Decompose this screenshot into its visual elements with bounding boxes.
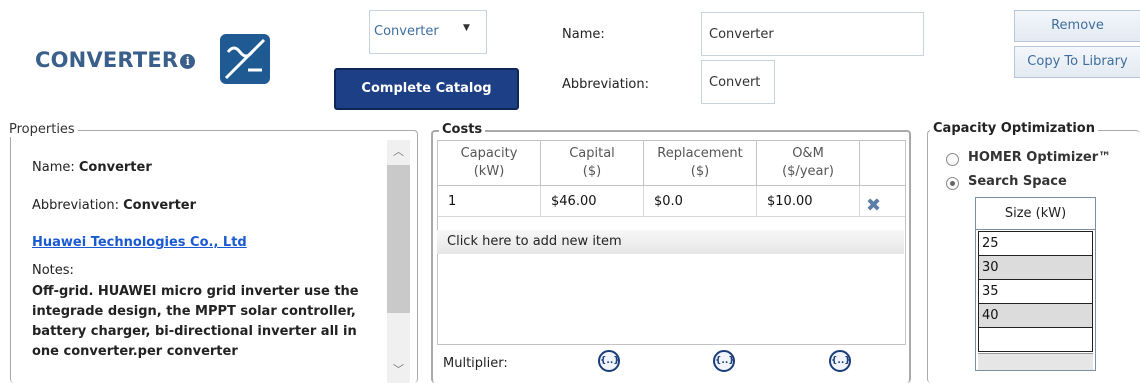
copy-to-library-button[interactable]: Copy To Library	[1014, 46, 1140, 78]
multiplier-om-icon[interactable]: {..}	[829, 350, 851, 372]
costs-legend: Costs	[439, 122, 486, 137]
size-cell[interactable]: 40	[978, 303, 1093, 328]
cell-om[interactable]: $10.00	[757, 186, 860, 217]
size-table-footer	[978, 353, 1093, 370]
chevron-down-icon: ▼	[463, 23, 470, 33]
cell-capital[interactable]: $46.00	[541, 186, 644, 217]
size-cell-empty[interactable]	[978, 327, 1093, 352]
abbreviation-label: Abbreviation:	[562, 77, 650, 92]
properties-legend: Properties	[6, 122, 78, 137]
search-space-table: Size (kW) 25 30 35 40	[975, 197, 1096, 371]
homer-optimizer-label[interactable]: HOMER Optimizer™	[968, 150, 1111, 165]
capacity-optimization-legend: Capacity Optimization	[930, 121, 1098, 136]
column-header-replacement[interactable]: Replacement ($)	[644, 141, 757, 186]
multiplier-capital-icon[interactable]: {..}	[598, 350, 620, 372]
cell-capacity[interactable]: 1	[438, 186, 541, 217]
size-column-header[interactable]: Size (kW)	[976, 198, 1095, 230]
search-space-label[interactable]: Search Space	[968, 174, 1067, 189]
info-icon[interactable]: i	[180, 54, 196, 69]
search-space-radio[interactable]	[946, 177, 959, 190]
multiplier-label: Multiplier:	[443, 356, 508, 371]
column-header-capital[interactable]: Capital ($)	[541, 141, 644, 186]
size-cell[interactable]: 35	[978, 279, 1093, 304]
column-header-om[interactable]: O&M ($/year)	[757, 141, 860, 186]
column-header-actions	[860, 141, 905, 186]
chevron-up-icon[interactable]: ︿	[387, 142, 410, 162]
chevron-down-icon[interactable]: ﹀	[387, 360, 410, 380]
column-header-capacity[interactable]: Capacity (kW)	[438, 141, 541, 186]
name-field[interactable]	[701, 12, 924, 56]
scrollbar-thumb[interactable]	[387, 165, 410, 313]
name-label: Name:	[562, 27, 605, 42]
converter-logo-icon	[220, 34, 270, 84]
delete-row-icon[interactable]: ✖	[866, 195, 881, 216]
remove-button[interactable]: Remove	[1014, 10, 1140, 42]
size-cell[interactable]: 25	[978, 231, 1093, 256]
notes-label: Notes:	[32, 263, 74, 278]
homer-optimizer-radio[interactable]	[946, 153, 959, 166]
abbreviation-field[interactable]	[701, 60, 775, 104]
size-cell[interactable]: 30	[978, 255, 1093, 280]
multiplier-replacement-icon[interactable]: {..}	[713, 350, 735, 372]
property-name: Name: Converter	[32, 160, 152, 175]
notes-text: Off-grid. HUAWEI micro grid inverter use…	[32, 284, 359, 359]
add-new-item-row[interactable]: Click here to add new item	[437, 230, 904, 254]
property-abbreviation: Abbreviation: Converter	[32, 198, 197, 213]
component-type-dropdown[interactable]: Converter ▼	[369, 10, 487, 54]
cell-replacement[interactable]: $0.0	[644, 186, 757, 217]
page-title: CONVERTER i	[35, 48, 196, 72]
complete-catalog-button[interactable]: Complete Catalog	[334, 68, 519, 110]
manufacturer-link[interactable]: Huawei Technologies Co., Ltd	[32, 235, 247, 250]
